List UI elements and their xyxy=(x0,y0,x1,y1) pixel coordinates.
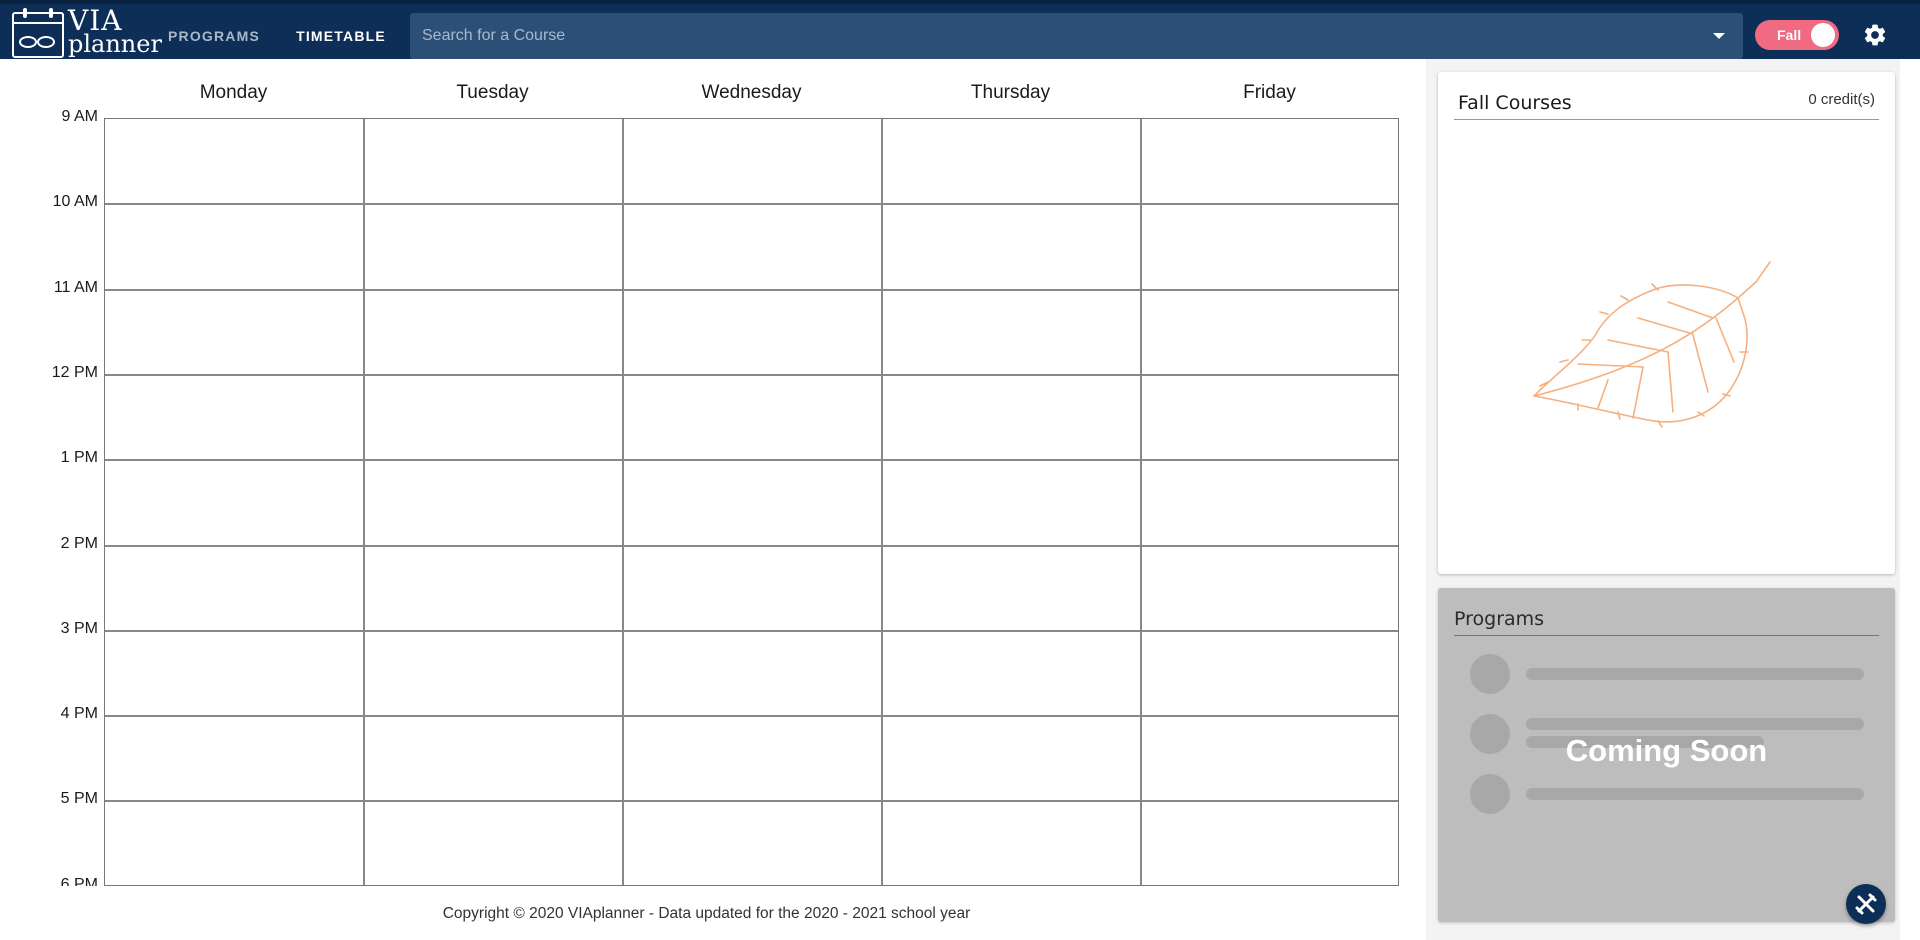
time-label: 6 PM xyxy=(60,875,98,886)
viaplanner-logo[interactable]: VIA planner xyxy=(12,7,162,60)
toggle-knob xyxy=(1811,23,1835,47)
course-search[interactable] xyxy=(410,13,1743,59)
placeholder-line xyxy=(1526,718,1864,730)
grid-column-divider xyxy=(881,119,883,886)
programs-card: Programs Coming Soon xyxy=(1438,588,1895,922)
course-search-input[interactable] xyxy=(422,13,1702,59)
coming-soon-label: Coming Soon xyxy=(1565,733,1768,768)
placeholder-line xyxy=(1526,668,1864,680)
leaf-icon xyxy=(1533,261,1771,428)
day-header-monday: Monday xyxy=(199,82,268,103)
time-label: 2 PM xyxy=(60,534,98,552)
logo-text-planner: planner xyxy=(68,30,162,58)
gear-icon[interactable] xyxy=(1862,22,1888,48)
grid-row-divider xyxy=(105,373,1398,376)
placeholder-avatar xyxy=(1470,654,1510,694)
grid-bottom-border xyxy=(104,885,1399,886)
credits-count: 0 credit(s) xyxy=(1808,91,1875,108)
tools-icon[interactable] xyxy=(1846,884,1886,924)
chevron-down-icon[interactable] xyxy=(1713,33,1725,39)
time-label: 4 PM xyxy=(60,705,98,723)
timetable-grid[interactable] xyxy=(104,118,1399,886)
top-navbar: VIA planner PROGRAMS TIMETABLE Fall xyxy=(0,0,1920,63)
grid-row-divider xyxy=(105,629,1398,632)
courses-card-title: Fall Courses xyxy=(1458,92,1572,114)
time-label: 12 PM xyxy=(51,363,98,381)
day-header-friday: Friday xyxy=(1243,82,1296,103)
time-label: 9 AM xyxy=(61,108,98,125)
grid-row-divider xyxy=(105,203,1398,206)
grid-row-divider xyxy=(105,459,1398,462)
placeholder-avatar xyxy=(1470,774,1510,814)
day-header-tuesday: Tuesday xyxy=(456,82,529,103)
time-label: 11 AM xyxy=(53,278,98,296)
grid-row-divider xyxy=(105,544,1398,547)
tab-programs[interactable]: PROGRAMS xyxy=(160,8,268,63)
time-label: 3 PM xyxy=(60,619,98,637)
time-label: 10 AM xyxy=(52,193,98,211)
term-toggle-label: Fall xyxy=(1777,27,1802,43)
grid-column-divider xyxy=(622,119,624,886)
grid-row-divider xyxy=(105,288,1398,291)
day-header-thursday: Thursday xyxy=(970,82,1051,103)
placeholder-line xyxy=(1526,788,1864,800)
grid-row-divider xyxy=(105,715,1398,718)
programs-card-title: Programs xyxy=(1454,608,1545,630)
calendar-logo-icon xyxy=(12,8,64,58)
time-label: 1 PM xyxy=(60,449,98,467)
day-header-wednesday: Wednesday xyxy=(701,82,802,103)
footer-copyright: Copyright © 2020 VIAplanner - Data updat… xyxy=(442,905,971,922)
term-toggle[interactable]: Fall xyxy=(1755,20,1839,50)
grid-row-divider xyxy=(105,800,1398,803)
grid-column-divider xyxy=(363,119,365,886)
courses-card: Fall Courses 0 credit(s) xyxy=(1438,72,1895,574)
tab-timetable[interactable]: TIMETABLE xyxy=(280,8,402,63)
time-label: 5 PM xyxy=(60,790,98,808)
grid-column-divider xyxy=(1140,119,1142,886)
